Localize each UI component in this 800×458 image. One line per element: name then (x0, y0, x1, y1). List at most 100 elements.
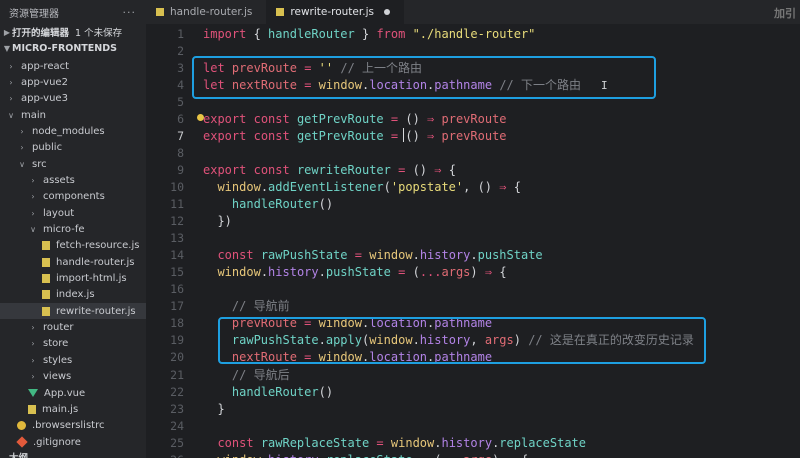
file-item[interactable]: index.js (0, 287, 146, 303)
tree-item-label: handle-router.js (56, 256, 135, 268)
code-editor[interactable]: 1 import { handleRouter } from "./handle-… (146, 24, 800, 458)
code-line: 25 const rawReplaceState = window.histor… (146, 435, 800, 452)
file-item[interactable]: handle-router.js (0, 254, 146, 270)
tab-label: handle-router.js (170, 6, 253, 18)
code-token: handleRouter (268, 26, 355, 41)
code-token: ) (492, 453, 506, 458)
chevron-right-icon: › (31, 339, 35, 349)
code-token: . (260, 179, 269, 194)
line-number: 25 (170, 435, 184, 450)
code-token: args (441, 265, 471, 280)
line-number: 26 (146, 452, 184, 458)
code-token: window (217, 265, 261, 280)
code-token: } (354, 26, 377, 41)
code-token: . (260, 265, 269, 280)
file-item[interactable]: fetch-resource.js (0, 238, 146, 254)
project-section[interactable]: ▼ MICRO-FRONTENDS (0, 40, 146, 56)
file-item[interactable]: main.js (0, 401, 146, 417)
code-token: const (217, 435, 254, 450)
folder-item[interactable]: › app-vue2 (0, 74, 146, 90)
file-item[interactable]: import-html.js (0, 271, 146, 287)
tree-item-label: index.js (56, 289, 95, 301)
code-token: handleRouter (231, 197, 319, 211)
unsaved-count: 1 个未保存 (75, 28, 123, 39)
folder-item[interactable]: › assets (0, 172, 146, 188)
folder-item[interactable]: › components (0, 189, 146, 205)
line-number: 5 (177, 94, 184, 109)
tree-item-label: router (43, 322, 74, 334)
unsaved-dot-icon[interactable] (383, 9, 390, 15)
folder-item[interactable]: › app-react (0, 58, 146, 74)
js-file-icon (42, 274, 50, 284)
code-line: 10 window.addEventListener('popstate', (… (146, 179, 800, 196)
code-text: import { handleRouter } from "./handle-r… (203, 26, 535, 43)
line-number: 23 (170, 401, 184, 416)
code-text: }) (203, 213, 231, 230)
line-number: 13 (170, 231, 184, 246)
line-number: 11 (170, 197, 184, 211)
code-text: // 导航前 (203, 298, 290, 315)
more-actions-icon[interactable]: ··· (123, 6, 137, 19)
code-token: () (318, 197, 334, 211)
open-editors-section[interactable]: ▶ 打开的编辑器 1 个未保存 (0, 24, 146, 40)
folder-item[interactable]: › app-vue3 (0, 91, 146, 107)
code-token: window (217, 179, 261, 194)
chevron-right-icon: › (31, 192, 35, 202)
lightbulb-icon[interactable] (197, 114, 204, 121)
code-text: handleRouter() (203, 196, 333, 213)
folder-item[interactable]: › node_modules (0, 123, 146, 139)
file-item[interactable]: App.vue (0, 385, 146, 401)
code-token: ⇒ (507, 453, 514, 458)
folder-item[interactable]: › public (0, 140, 146, 156)
tab-rewrite-router[interactable]: rewrite-router.js (266, 0, 404, 24)
explorer-header: 资源管理器 ··· (0, 0, 146, 24)
folder-item[interactable]: › router (0, 320, 146, 336)
folder-item[interactable]: › layout (0, 205, 146, 221)
tab-handle-router[interactable]: handle-router.js (146, 0, 266, 24)
tree-item-label: micro-fe (43, 224, 85, 235)
tree-item-label: node_modules (32, 125, 105, 137)
file-item[interactable]: rewrite-router.js (0, 303, 146, 320)
folder-item[interactable]: › styles (0, 352, 146, 368)
file-item[interactable]: .browserslistrc (0, 418, 146, 434)
code-token: { (441, 162, 456, 177)
code-token: window (390, 435, 435, 450)
line-number: 9 (177, 162, 184, 177)
tree-item-label: public (32, 142, 63, 154)
code-token: () (398, 111, 428, 126)
code-token: // 导航后 (231, 367, 290, 382)
code-text: window.history.replaceState = (...args) … (203, 452, 528, 458)
code-line: 23 } (146, 401, 800, 418)
code-token: () (405, 162, 435, 177)
code-line: 1 import { handleRouter } from "./handle-… (146, 26, 800, 43)
line-number: 19 (170, 333, 184, 348)
folder-item[interactable]: › views (0, 369, 146, 385)
tree-item-label: .browserslistrc (32, 420, 105, 432)
chevron-right-icon: ▶ (3, 27, 11, 37)
code-line: 24 (146, 418, 800, 435)
js-file-icon (42, 306, 50, 316)
code-token: export (203, 128, 247, 143)
code-line: 8 (146, 145, 800, 162)
chevron-right-icon: › (9, 77, 13, 87)
chevron-right-icon: › (31, 208, 35, 218)
folder-item[interactable]: ∨ micro-fe (0, 222, 146, 238)
folder-item[interactable]: ∨ main (0, 107, 146, 123)
code-token: ... (441, 453, 463, 458)
code-token: , () (463, 179, 500, 194)
folder-item[interactable]: ∨ src (0, 156, 146, 172)
folder-item[interactable]: › store (0, 336, 146, 352)
code-token: replaceState (326, 453, 413, 458)
outline-section[interactable]: 大纲 (0, 450, 28, 458)
file-item[interactable]: .gitignore (0, 434, 146, 450)
code-token: { (492, 265, 507, 280)
chevron-right-icon: › (31, 323, 35, 333)
line-number: 8 (177, 145, 184, 160)
code-text: } (203, 401, 224, 418)
code-line: 22 handleRouter() (146, 384, 800, 401)
code-token: getPrevRoute (296, 111, 384, 126)
